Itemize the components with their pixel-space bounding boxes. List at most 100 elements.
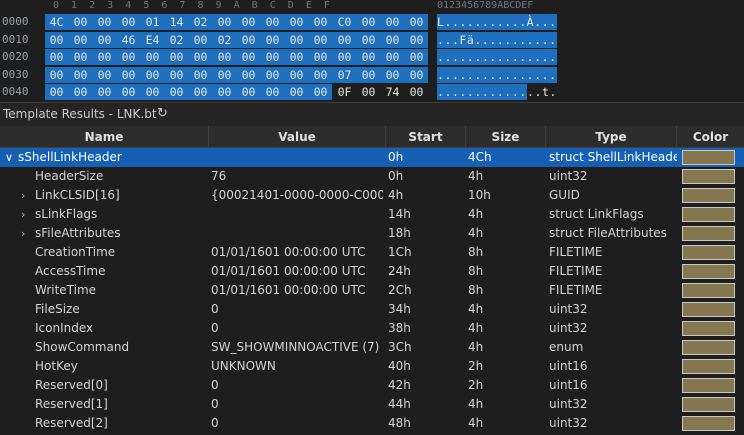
- table-row[interactable]: › LinkCLSID[16] {00021401-0000-0000-C000-0…: [0, 186, 744, 205]
- table-row[interactable]: AccessTime 01/01/1601 00:00:00 UTC 24h 8h FI…: [0, 262, 744, 281]
- table-row[interactable]: ShowCommand SW_SHOWMINNOACTIVE (7) 3Ch 4h en…: [0, 338, 744, 357]
- chevron-right-icon[interactable]: ›: [21, 186, 25, 205]
- color-swatch[interactable]: [682, 169, 735, 184]
- ascii-text[interactable]: L...........À...: [437, 14, 557, 30]
- column-header-name[interactable]: Name: [0, 126, 209, 148]
- hex-byte[interactable]: 00: [382, 14, 403, 30]
- hex-byte[interactable]: 00: [46, 84, 67, 100]
- table-row[interactable]: › sLinkFlags 14h 4h struct LinkFlags: [0, 205, 744, 224]
- table-row[interactable]: Reserved[2] 0 48h 4h uint32: [0, 414, 744, 433]
- hex-byte[interactable]: 00: [382, 49, 403, 65]
- color-swatch[interactable]: [682, 340, 735, 355]
- hex-byte[interactable]: 00: [262, 84, 283, 100]
- hex-byte[interactable]: 00: [262, 49, 283, 65]
- hex-byte[interactable]: 00: [406, 67, 427, 83]
- refresh-icon[interactable]: ↻: [157, 106, 168, 121]
- ascii-text[interactable]: ...Fä...........: [437, 32, 557, 48]
- hex-byte[interactable]: 00: [334, 49, 355, 65]
- hex-byte[interactable]: 00: [262, 14, 283, 30]
- hex-byte[interactable]: 46: [118, 32, 139, 48]
- hex-byte[interactable]: 07: [334, 67, 355, 83]
- hex-byte[interactable]: 00: [262, 32, 283, 48]
- hex-byte[interactable]: 00: [406, 49, 427, 65]
- column-header-type[interactable]: Type: [546, 126, 677, 148]
- table-row[interactable]: › sFileAttributes 18h 4h struct FileAttribut…: [0, 224, 744, 243]
- hex-byte[interactable]: 00: [118, 49, 139, 65]
- hex-byte[interactable]: C0: [334, 14, 355, 30]
- color-swatch[interactable]: [682, 359, 735, 374]
- hex-byte[interactable]: 00: [94, 14, 115, 30]
- hex-byte[interactable]: 00: [358, 49, 379, 65]
- hex-byte[interactable]: 00: [358, 67, 379, 83]
- hex-byte[interactable]: 00: [262, 67, 283, 83]
- hex-byte[interactable]: 00: [286, 14, 307, 30]
- table-row[interactable]: Reserved[1] 0 44h 4h uint32: [0, 395, 744, 414]
- column-header-color[interactable]: Color: [677, 126, 744, 148]
- ascii-text[interactable]: ................: [437, 67, 557, 83]
- hex-row[interactable]: 0020 00 00 00 00 00 00 00 00 00 00 00 00 00 00 00 00....…: [0, 47, 744, 66]
- chevron-down-icon[interactable]: ∨: [5, 148, 13, 167]
- hex-byte[interactable]: 00: [214, 67, 235, 83]
- hex-byte[interactable]: 4C: [46, 14, 67, 30]
- table-row[interactable]: HeaderSize 76 0h 4h uint32: [0, 167, 744, 186]
- hex-row[interactable]: 0010 00 00 00 46 E4 02 00 02 00 00 00 00 00 00 00 00 ...F…: [0, 30, 744, 49]
- hex-byte[interactable]: 14: [166, 14, 187, 30]
- color-swatch[interactable]: [682, 321, 735, 336]
- hex-byte[interactable]: 00: [166, 67, 187, 83]
- template-results-table[interactable]: ∨ sShellLinkHeader 0h 4Ch struct ShellLinkHe…: [0, 148, 744, 435]
- hex-editor-view[interactable]: 0 1 2 3 4 5 6 7 8 9 A B C D E F 01234567…: [0, 0, 744, 100]
- table-row[interactable]: HotKey UNKNOWN 40h 2h uint16: [0, 357, 744, 376]
- color-swatch[interactable]: [682, 245, 735, 260]
- table-row[interactable]: IconIndex 0 38h 4h uint32: [0, 319, 744, 338]
- hex-byte[interactable]: 00: [238, 84, 259, 100]
- hex-byte[interactable]: 00: [238, 14, 259, 30]
- color-swatch[interactable]: [682, 302, 735, 317]
- column-header-start[interactable]: Start: [386, 126, 466, 148]
- hex-byte[interactable]: 00: [358, 32, 379, 48]
- color-swatch[interactable]: [682, 264, 735, 279]
- color-swatch[interactable]: [682, 397, 735, 412]
- chevron-right-icon[interactable]: ›: [21, 205, 25, 224]
- ascii-text[interactable]: ................: [437, 49, 557, 65]
- hex-byte[interactable]: 00: [142, 67, 163, 83]
- hex-row[interactable]: 0000 4C 00 00 00 01 14 02 00 00 00 00 00 C0 00 00 00 L...…: [0, 12, 744, 31]
- hex-byte[interactable]: 01: [142, 14, 163, 30]
- hex-byte[interactable]: 02: [190, 14, 211, 30]
- hex-byte[interactable]: 00: [286, 32, 307, 48]
- hex-row[interactable]: 0030 00 00 00 00 00 00 00 00 00 00 00 00 07 00 00 00....…: [0, 65, 744, 84]
- hex-byte[interactable]: 00: [286, 84, 307, 100]
- hex-byte[interactable]: 02: [166, 32, 187, 48]
- hex-byte[interactable]: 00: [166, 84, 187, 100]
- color-swatch[interactable]: [682, 207, 735, 222]
- color-swatch[interactable]: [682, 416, 735, 431]
- hex-byte[interactable]: 00: [382, 32, 403, 48]
- hex-byte[interactable]: 00: [46, 67, 67, 83]
- hex-byte[interactable]: E4: [142, 32, 163, 48]
- hex-byte[interactable]: 00: [70, 32, 91, 48]
- hex-byte[interactable]: 00: [142, 84, 163, 100]
- hex-byte[interactable]: 00: [70, 84, 91, 100]
- hex-byte[interactable]: 00: [358, 14, 379, 30]
- hex-byte[interactable]: 00: [94, 84, 115, 100]
- hex-byte[interactable]: 00: [46, 49, 67, 65]
- hex-byte[interactable]: 00: [214, 84, 235, 100]
- hex-byte[interactable]: 00: [310, 49, 331, 65]
- color-swatch[interactable]: [682, 150, 735, 165]
- ascii-text-unselected[interactable]: ..t.: [527, 84, 557, 100]
- hex-byte[interactable]: 00: [286, 67, 307, 83]
- hex-byte[interactable]: 00: [214, 49, 235, 65]
- hex-byte[interactable]: 00: [46, 32, 67, 48]
- hex-byte[interactable]: 00: [70, 67, 91, 83]
- hex-byte[interactable]: 00: [238, 49, 259, 65]
- hex-byte[interactable]: 00: [406, 14, 427, 30]
- hex-row[interactable]: 0040 00 00 00 00 00 00 00 00 00 00 00 00 0F 00 74 00....…: [0, 82, 744, 100]
- hex-byte[interactable]: 00: [190, 32, 211, 48]
- hex-byte[interactable]: 00: [214, 14, 235, 30]
- hex-byte[interactable]: 02: [214, 32, 235, 48]
- hex-byte[interactable]: 00: [142, 49, 163, 65]
- hex-byte[interactable]: 00: [382, 67, 403, 83]
- hex-byte[interactable]: 00: [94, 49, 115, 65]
- color-swatch[interactable]: [682, 188, 735, 203]
- hex-byte[interactable]: 00: [310, 84, 331, 100]
- hex-byte[interactable]: 00: [358, 84, 379, 100]
